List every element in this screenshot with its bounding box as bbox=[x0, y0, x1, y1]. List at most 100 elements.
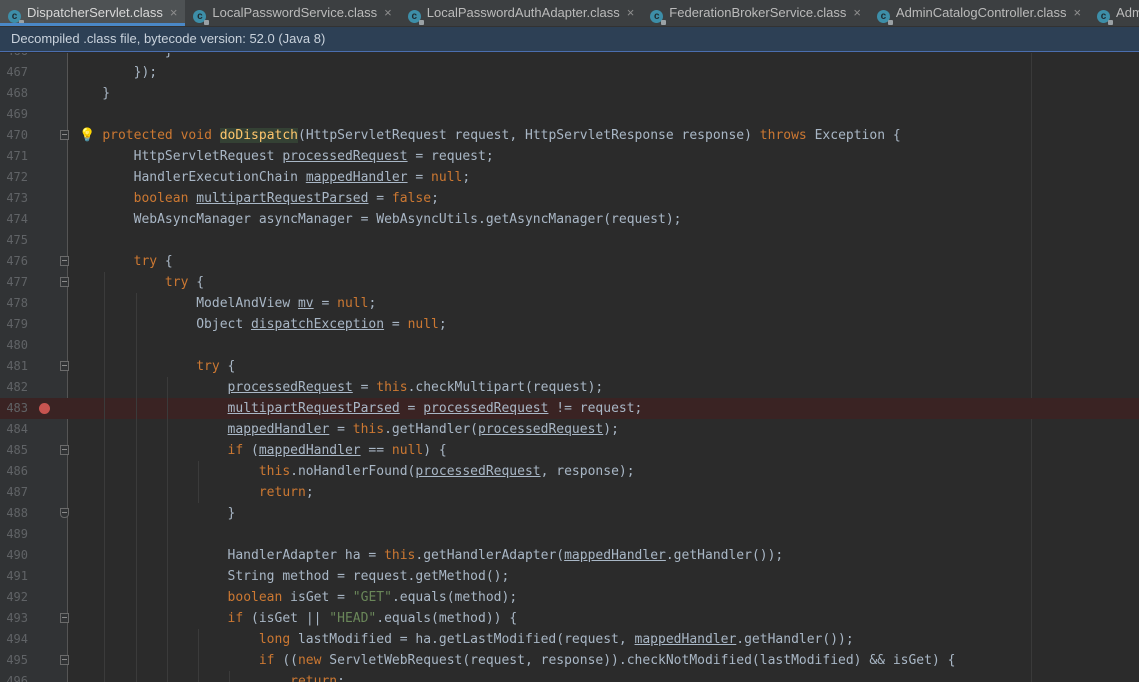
code-text[interactable]: mappedHandler = this.getHandler(processe… bbox=[71, 419, 619, 440]
code-text[interactable]: if ((new ServletWebRequest(request, resp… bbox=[71, 650, 956, 671]
code-token: mappedHandler bbox=[258, 443, 361, 458]
code-line[interactable]: 470 💡 protected void doDispatch(HttpServl… bbox=[0, 125, 1139, 146]
fold-marker-icon[interactable] bbox=[60, 655, 69, 665]
code-text[interactable]: } bbox=[71, 83, 110, 104]
code-line[interactable]: 471 HttpServletRequest processedRequest … bbox=[0, 146, 1139, 167]
code-line[interactable]: 496 return; bbox=[0, 671, 1139, 682]
line-number: 476 bbox=[6, 254, 28, 268]
code-token: = bbox=[368, 191, 392, 206]
code-text[interactable]: Object dispatchException = null; bbox=[71, 314, 446, 335]
code-line[interactable]: 484 mappedHandler = this.getHandler(proc… bbox=[0, 419, 1139, 440]
code-text[interactable]: ModelAndView mv = null; bbox=[71, 293, 376, 314]
code-text[interactable]: String method = request.getMethod(); bbox=[71, 566, 510, 587]
code-line[interactable]: 469 bbox=[0, 104, 1139, 125]
code-text[interactable]: if (mappedHandler == null) { bbox=[71, 440, 447, 461]
fold-marker-icon[interactable] bbox=[60, 613, 69, 623]
code-text[interactable]: HandlerExecutionChain mappedHandler = nu… bbox=[71, 167, 471, 188]
code-line[interactable]: 479 Object dispatchException = null; bbox=[0, 314, 1139, 335]
line-number: 474 bbox=[6, 212, 28, 226]
code-text[interactable]: try { bbox=[71, 251, 173, 272]
code-token: = bbox=[329, 422, 353, 437]
fold-marker-icon[interactable] bbox=[60, 508, 69, 518]
code-line[interactable]: 473 boolean multipartRequestParsed = fal… bbox=[0, 188, 1139, 209]
code-token: HandlerAdapter ha = bbox=[71, 548, 385, 563]
code-text[interactable]: multipartRequestParsed = processedReques… bbox=[71, 398, 643, 419]
code-text[interactable]: processedRequest = this.checkMultipart(r… bbox=[71, 377, 604, 398]
close-tab-icon[interactable]: × bbox=[170, 5, 178, 20]
fold-marker-icon[interactable] bbox=[60, 361, 69, 371]
code-line[interactable]: 491 String method = request.getMethod(); bbox=[0, 566, 1139, 587]
code-line[interactable]: 468 } bbox=[0, 83, 1139, 104]
code-text[interactable]: try { bbox=[71, 272, 204, 293]
code-line[interactable]: 487 return; bbox=[0, 482, 1139, 503]
line-number: 491 bbox=[6, 569, 28, 583]
code-text[interactable]: return; bbox=[71, 671, 345, 682]
code-line[interactable]: 481 try { bbox=[0, 356, 1139, 377]
fold-marker-icon[interactable] bbox=[60, 277, 69, 287]
line-number: 485 bbox=[6, 443, 28, 457]
editor-tab[interactable]: c LocalPasswordAuthAdapter.class × bbox=[400, 0, 643, 26]
code-line[interactable]: 478 ModelAndView mv = null; bbox=[0, 293, 1139, 314]
indent-guide bbox=[166, 524, 168, 545]
code-text[interactable]: try { bbox=[71, 356, 235, 377]
code-line[interactable]: 486 this.noHandlerFound(processedRequest… bbox=[0, 461, 1139, 482]
code-token: (( bbox=[274, 653, 298, 668]
code-line[interactable]: 475 bbox=[0, 230, 1139, 251]
breakpoint-icon[interactable] bbox=[39, 403, 50, 414]
code-line[interactable]: 490 HandlerAdapter ha = this.getHandlerA… bbox=[0, 545, 1139, 566]
code-line[interactable]: 493 if (isGet || "HEAD".equals(method)) … bbox=[0, 608, 1139, 629]
line-number: 488 bbox=[6, 506, 28, 520]
code-text[interactable]: boolean isGet = "GET".equals(method); bbox=[71, 587, 518, 608]
line-number: 494 bbox=[6, 632, 28, 646]
code-line[interactable]: 466 } bbox=[0, 53, 1139, 62]
code-line[interactable]: 492 boolean isGet = "GET".equals(method)… bbox=[0, 587, 1139, 608]
code-line[interactable]: 476 try { bbox=[0, 251, 1139, 272]
line-number: 496 bbox=[6, 674, 28, 682]
code-token: == bbox=[360, 443, 392, 458]
code-text[interactable]: WebAsyncManager asyncManager = WebAsyncU… bbox=[71, 209, 682, 230]
code-text[interactable]: HandlerAdapter ha = this.getHandlerAdapt… bbox=[71, 545, 784, 566]
code-line[interactable]: 467 }); bbox=[0, 62, 1139, 83]
code-text[interactable]: long lastModified = ha.getLastModified(r… bbox=[71, 629, 854, 650]
editor-tab[interactable]: cAdmin bbox=[1089, 0, 1139, 26]
code-line[interactable]: 489 bbox=[0, 524, 1139, 545]
editor-tab[interactable]: c FederationBrokerService.class × bbox=[642, 0, 869, 26]
fold-marker-icon[interactable] bbox=[60, 130, 69, 140]
code-text[interactable]: this.noHandlerFound(processedRequest, re… bbox=[71, 461, 635, 482]
code-text[interactable]: }); bbox=[71, 62, 157, 83]
code-text[interactable]: if (isGet || "HEAD".equals(method)) { bbox=[71, 608, 518, 629]
editor-tab[interactable]: c LocalPasswordService.class × bbox=[185, 0, 399, 26]
code-line[interactable]: 495 if ((new ServletWebRequest(request, … bbox=[0, 650, 1139, 671]
code-text[interactable]: return; bbox=[71, 482, 314, 503]
close-tab-icon[interactable]: × bbox=[853, 5, 861, 20]
code-token: "HEAD" bbox=[329, 611, 377, 626]
fold-marker-icon[interactable] bbox=[60, 256, 69, 266]
code-line[interactable]: 477 try { bbox=[0, 272, 1139, 293]
code-line[interactable]: 494 long lastModified = ha.getLastModifi… bbox=[0, 629, 1139, 650]
code-text[interactable]: } bbox=[71, 53, 173, 62]
editor-tab[interactable]: c AdminCatalogController.class × bbox=[869, 0, 1089, 26]
editor-tab[interactable]: c DispatcherServlet.class × bbox=[0, 0, 186, 26]
code-text[interactable]: } bbox=[71, 503, 236, 524]
code-token: ModelAndView bbox=[71, 296, 298, 311]
code-token: if bbox=[258, 653, 275, 668]
close-tab-icon[interactable]: × bbox=[1073, 5, 1081, 20]
editor-tab-label: AdminCatalogController.class bbox=[895, 5, 1067, 20]
code-line[interactable]: 488 } bbox=[0, 503, 1139, 524]
code-text[interactable]: protected void doDispatch(HttpServletReq… bbox=[71, 125, 901, 146]
code-line[interactable]: 480 bbox=[0, 335, 1139, 356]
code-token: lastModified = ha.getLastModified(reques… bbox=[290, 632, 635, 647]
code-line[interactable]: 482 processedRequest = this.checkMultipa… bbox=[0, 377, 1139, 398]
code-text[interactable]: boolean multipartRequestParsed = false; bbox=[71, 188, 439, 209]
code-line[interactable]: 472 HandlerExecutionChain mappedHandler … bbox=[0, 167, 1139, 188]
code-line[interactable]: 485 if (mappedHandler == null) { bbox=[0, 440, 1139, 461]
fold-marker-icon[interactable] bbox=[60, 445, 69, 455]
code-line[interactable]: 483 multipartRequestParsed = processedRe… bbox=[0, 398, 1139, 419]
code-line[interactable]: 474 WebAsyncManager asyncManager = WebAs… bbox=[0, 209, 1139, 230]
code-editor[interactable]: 466 }467 });468 }469470💡 protected void … bbox=[0, 53, 1139, 682]
code-text[interactable]: HttpServletRequest processedRequest = re… bbox=[71, 146, 494, 167]
close-tab-icon[interactable]: × bbox=[627, 5, 635, 20]
close-tab-icon[interactable]: × bbox=[384, 5, 392, 20]
